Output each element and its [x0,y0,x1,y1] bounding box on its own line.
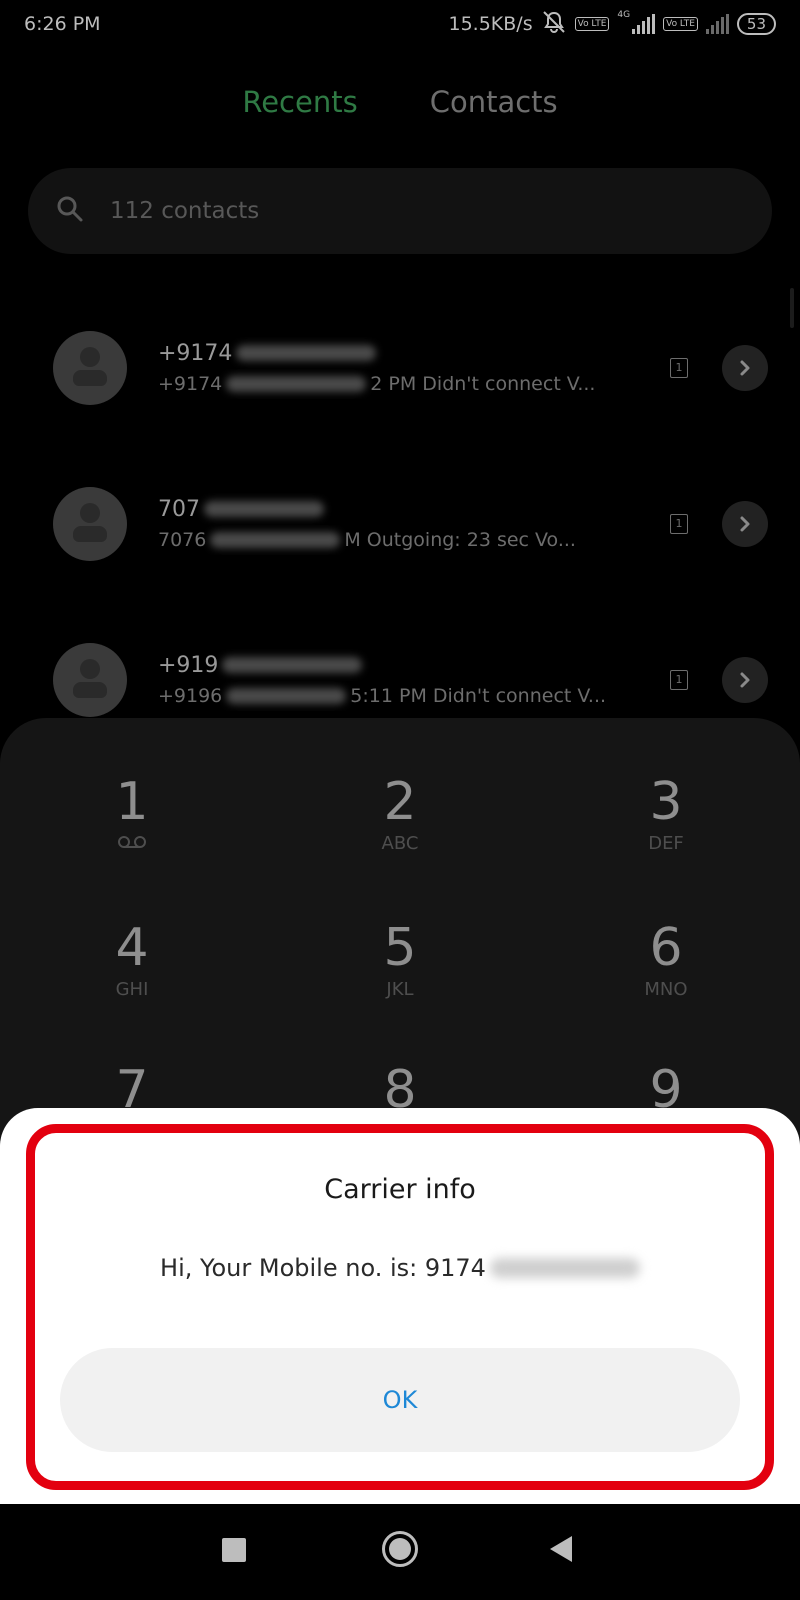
avatar [53,487,127,561]
tab-contacts[interactable]: Contacts [430,85,558,119]
redacted-detail [210,532,341,548]
search-input[interactable]: 112 contacts [28,168,772,254]
dialog-message: Hi, Your Mobile no. is: 9174 [0,1254,800,1282]
avatar [53,643,127,717]
dialog-title: Carrier info [324,1174,476,1205]
key-digit: 3 [649,772,683,832]
call-detail-text: 2 PM Didn't connect V... [370,373,596,395]
call-details-button[interactable] [722,345,768,391]
home-icon-inner [389,1538,411,1560]
call-number-text: 707 [158,496,200,522]
key-letters: ABC [381,833,419,854]
mute-bell-icon [541,10,567,39]
dialog-message-text: Hi, Your Mobile no. is: 9174 [160,1254,486,1282]
key-digit: 6 [649,918,683,978]
key-digit: 2 [383,772,417,832]
dialpad-key-4[interactable]: 4 GHI [52,918,212,1002]
search-placeholder: 112 contacts [110,198,260,224]
redacted-number [236,345,377,361]
redacted-number [222,657,363,673]
sim-1-icon: 1 [670,358,688,378]
recent-apps-icon[interactable] [222,1538,246,1562]
call-number: +919 [158,649,648,681]
key-letters: GHI [115,979,149,1000]
call-row[interactable]: 707 7076 M Outgoing: 23 sec Vo... 1 [0,446,800,602]
battery-indicator: 53 [736,13,776,35]
status-icons: 15.5KB/s Vo LTE 4G Vo LTE 53 [448,9,776,39]
key-letters: JKL [386,979,414,1000]
home-icon[interactable] [382,1531,418,1567]
sim-1-icon: 1 [670,670,688,690]
call-text: +919 +9196 5:11 PM Didn't connect V... [158,649,648,711]
key-digit: 1 [115,772,149,832]
redacted-detail [226,688,347,704]
redacted-number [489,1258,640,1278]
tab-recents[interactable]: Recents [242,85,357,119]
dialpad-key-5[interactable]: 5 JKL [320,918,480,1002]
dialpad: 1 2 ABC 3 DEF 4 GHI 5 JKL 6 MNO 7 8 9 [0,718,800,1138]
key-letters: MNO [644,979,688,1000]
dialpad-key-1[interactable]: 1 [52,772,212,856]
dialpad-key-6[interactable]: 6 MNO [586,918,746,1002]
person-icon [80,347,100,367]
signal-strength-icon [632,14,656,34]
call-detail: +9196 5:11 PM Didn't connect V... [158,681,648,711]
call-detail-text: M Outgoing: 23 sec Vo... [344,529,576,551]
call-number-text: +9174 [158,340,233,366]
chevron-right-icon [740,672,750,688]
call-number: 707 [158,493,648,525]
redacted-number [204,501,324,517]
back-icon[interactable] [550,1536,572,1562]
voicemail-icon [52,832,212,856]
call-detail: +9174 2 PM Didn't connect V... [158,369,648,399]
call-detail-number: +9174 [158,373,223,395]
volte-icon-sim2: Vo LTE [663,17,698,31]
call-detail-number: 7076 [158,529,207,551]
call-detail-number: +9196 [158,685,223,707]
sim-1-icon: 1 [670,514,688,534]
key-letters: DEF [648,833,684,854]
call-details-button[interactable] [722,657,768,703]
call-number: +9174 [158,337,648,369]
chevron-right-icon [740,360,750,376]
call-text: +9174 +9174 2 PM Didn't connect V... [158,337,648,399]
dialpad-key-2[interactable]: 2 ABC [320,772,480,856]
redacted-detail [226,376,367,392]
status-bar: 6:26 PM 15.5KB/s Vo LTE 4G Vo LTE 53 [0,0,800,48]
status-time: 6:26 PM [24,13,101,35]
call-details-button[interactable] [722,501,768,547]
network-speed: 15.5KB/s [448,13,533,35]
person-icon-body [73,682,107,698]
navigation-bar [0,1504,800,1600]
key-digit: 5 [383,918,417,978]
network-type: 4G [617,9,631,20]
call-number-text: +919 [158,652,219,678]
chevron-right-icon [740,516,750,532]
recent-calls-list: +9174 +9174 2 PM Didn't connect V... 1 7… [0,290,800,758]
call-detail: 7076 M Outgoing: 23 sec Vo... [158,525,648,555]
search-icon [56,195,84,227]
person-icon [80,503,100,523]
tab-bar: Recents Contacts [0,85,800,119]
ok-button[interactable]: OK [60,1348,740,1452]
dialpad-key-3[interactable]: 3 DEF [586,772,746,856]
person-icon-body [73,526,107,542]
person-icon [80,659,100,679]
volte-icon: Vo LTE [574,17,610,31]
call-text: 707 7076 M Outgoing: 23 sec Vo... [158,493,648,555]
carrier-info-dialog: Carrier info Hi, Your Mobile no. is: 917… [0,1108,800,1504]
call-detail-text: 5:11 PM Didn't connect V... [350,685,607,707]
avatar [53,331,127,405]
signal-strength-icon-sim2 [705,14,729,34]
person-icon-body [73,370,107,386]
key-digit: 4 [115,918,149,978]
call-row[interactable]: +9174 +9174 2 PM Didn't connect V... 1 [0,290,800,446]
